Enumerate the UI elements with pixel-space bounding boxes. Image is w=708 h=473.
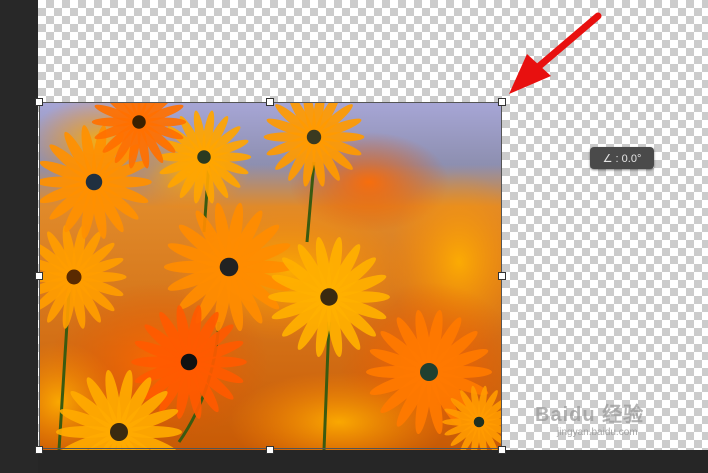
rotation-tooltip: ∠ : 0.0° <box>590 147 654 169</box>
handle-middle-right[interactable] <box>498 272 506 280</box>
watermark-line2: jingyan.baidu.com <box>557 427 638 438</box>
flower-photo-layer[interactable] <box>39 102 502 450</box>
handle-bottom-right[interactable] <box>498 446 506 454</box>
red-arrow-annotation <box>509 12 602 94</box>
rotation-label: ∠ : 0.0° <box>602 152 642 165</box>
handle-middle-left[interactable] <box>35 272 43 280</box>
handle-bottom-middle[interactable] <box>266 446 274 454</box>
flower-photo <box>39 102 502 450</box>
watermark-line1: Baidu 经验 <box>535 404 645 426</box>
watermark: Baidu 经验 jingyan.baidu.com <box>535 398 695 448</box>
status-bar <box>38 450 708 473</box>
handle-bottom-left[interactable] <box>35 446 43 454</box>
tool-panel <box>0 0 38 473</box>
handle-top-middle[interactable] <box>266 98 274 106</box>
handle-top-left[interactable] <box>35 98 43 106</box>
